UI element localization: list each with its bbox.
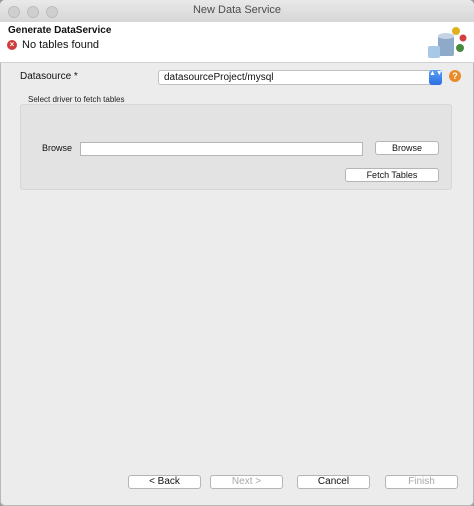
back-button[interactable]: < Back [128, 475, 201, 489]
wizard-header: Generate DataService × No tables found [0, 22, 474, 63]
driver-group-label: Select driver to fetch tables [28, 95, 125, 104]
next-button[interactable]: Next > [210, 475, 283, 489]
finish-button[interactable]: Finish [385, 475, 458, 489]
datasource-select-value: datasourceProject/mysql [164, 72, 274, 83]
driver-path-input[interactable] [80, 142, 363, 156]
data-service-wizard-icon [428, 27, 467, 58]
window-title: New Data Service [192, 4, 282, 16]
datasource-select[interactable]: datasourceProject/mysql ▲▼ [158, 70, 443, 85]
chevron-updown-icon[interactable]: ▲▼ [429, 70, 443, 85]
help-icon[interactable]: ? [449, 70, 461, 82]
browse-label: Browse [42, 143, 73, 153]
title-bar: New Data Service [0, 0, 474, 23]
browse-button[interactable]: Browse [375, 141, 439, 155]
datasource-label: Datasource * [20, 71, 78, 82]
cancel-button[interactable]: Cancel [297, 475, 370, 489]
page-title: Generate DataService [8, 25, 112, 36]
error-icon: × [7, 40, 17, 50]
wizard-window: New Data Service Generate DataService × … [0, 0, 474, 506]
error-message: No tables found [22, 39, 100, 51]
fetch-tables-button[interactable]: Fetch Tables [345, 168, 439, 182]
